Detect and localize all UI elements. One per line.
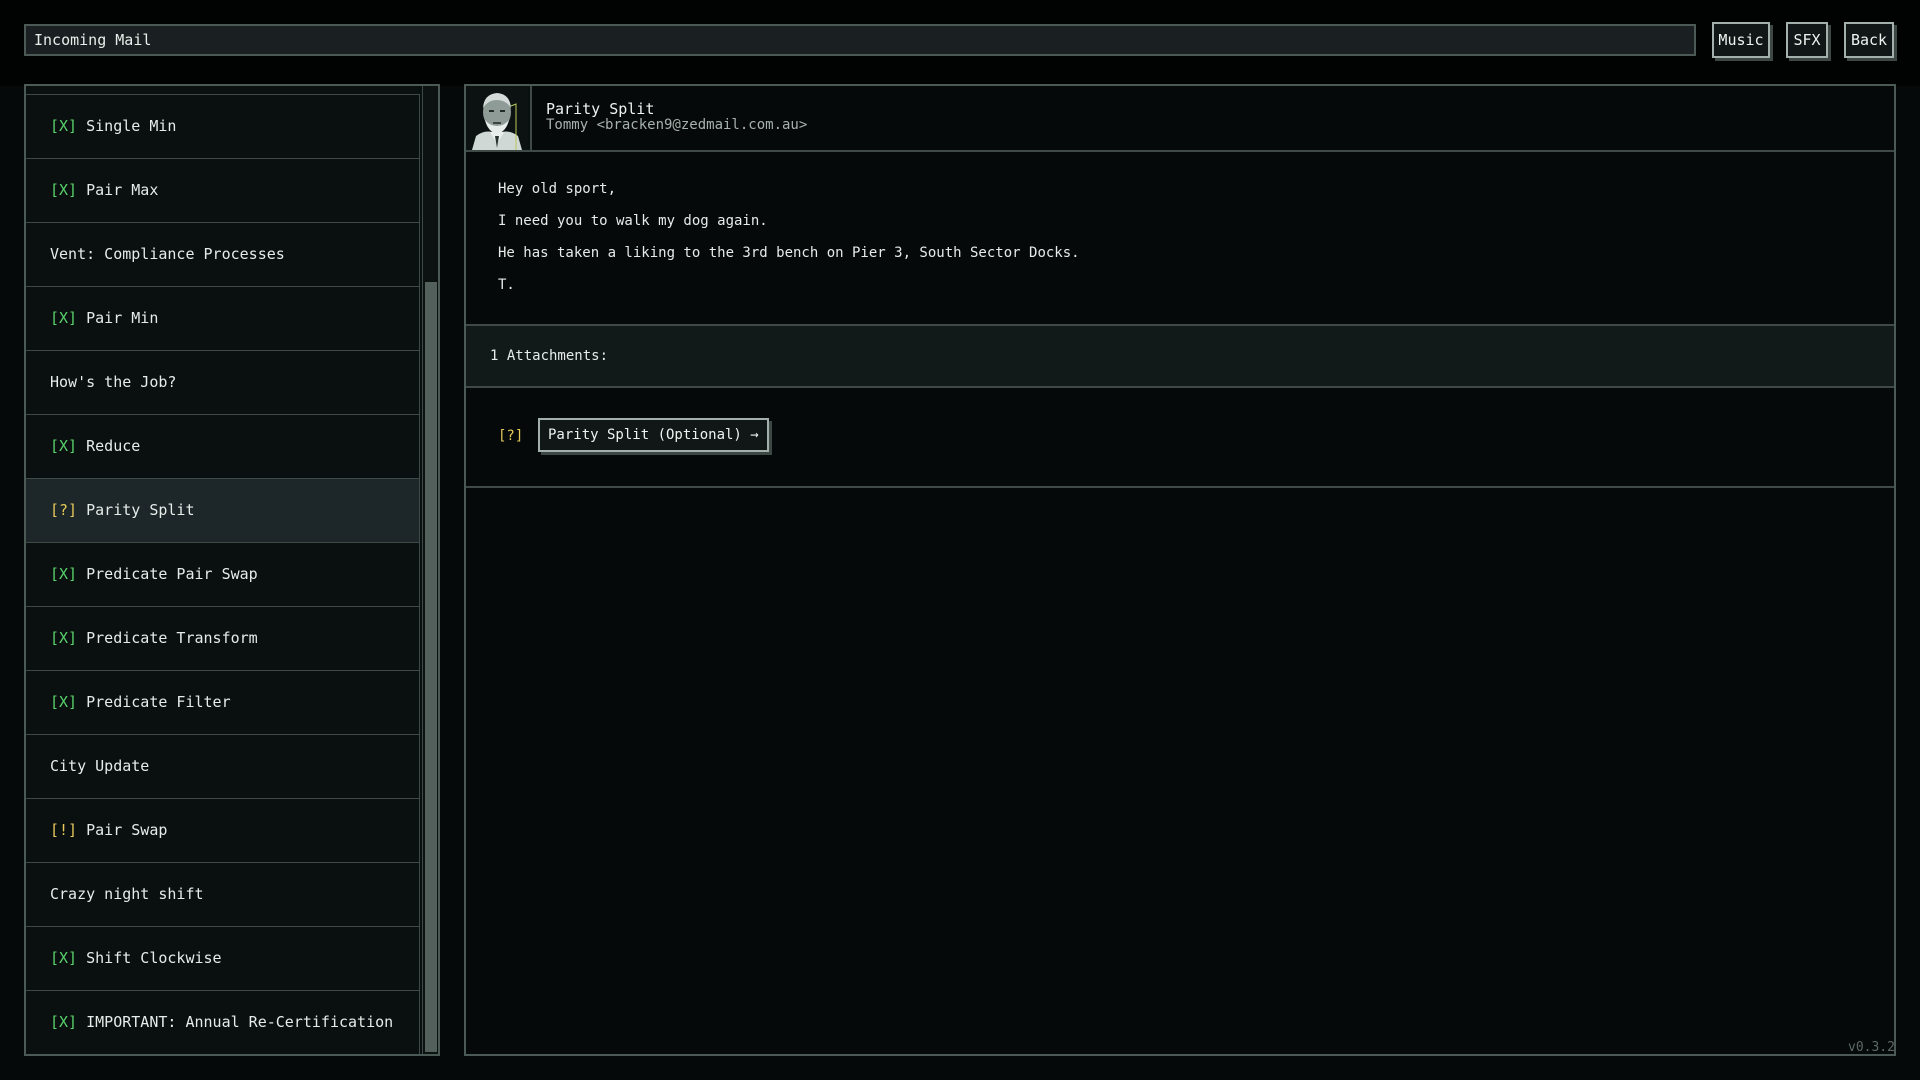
mail-item-label: Crazy night shift	[50, 885, 204, 903]
attachment-status-mark: [?]	[498, 428, 524, 444]
mail-list-item[interactable]: [?] Parity Split	[26, 479, 420, 543]
body-line: T.	[498, 277, 515, 293]
mail-status-mark: [X]	[50, 629, 78, 647]
mail-list-item[interactable]: [!] Pair Swap	[26, 799, 420, 863]
mail-status-mark: [X]	[50, 1013, 78, 1031]
mail-list: [X] Single Min [X] Pair Max Vent: Complian…	[26, 94, 420, 1054]
body-line: Hey old sport,	[498, 181, 617, 197]
music-button[interactable]: Music	[1712, 22, 1770, 58]
open-attachment-button[interactable]: Parity Split (Optional) →	[538, 418, 769, 452]
mail-status-mark: [?]	[50, 501, 78, 519]
mail-item-label: Vent: Compliance Processes	[50, 245, 285, 263]
mail-item-label: Predicate Transform	[86, 629, 258, 647]
message-body: Hey old sport, I need you to walk my dog…	[498, 180, 1080, 308]
message-sender: Tommy <bracken9@zedmail.com.au>	[546, 117, 808, 133]
mail-item-label: Shift Clockwise	[86, 949, 222, 967]
mail-status-mark: [X]	[50, 693, 78, 711]
mail-list-item[interactable]: [X] Predicate Pair Swap	[26, 543, 420, 607]
mail-list-item[interactable]: Crazy night shift	[26, 863, 420, 927]
mail-list-item[interactable]: City Update	[26, 735, 420, 799]
message-header: Parity Split Tommy <bracken9@zedmail.com…	[466, 86, 1894, 152]
mail-status-mark: [!]	[50, 821, 78, 839]
window-title: Incoming Mail	[24, 24, 1696, 56]
mail-list-item[interactable]: [X] IMPORTANT: Annual Re-Certification	[26, 991, 420, 1054]
top-bar: Incoming Mail Music SFX Back	[0, 0, 1920, 86]
mail-list-item[interactable]: [X] Pair Max	[26, 159, 420, 223]
mail-list-scrollbar[interactable]	[422, 86, 438, 1054]
mail-status-mark: [X]	[50, 117, 78, 135]
mail-item-label: City Update	[50, 757, 150, 775]
message-reader: Parity Split Tommy <bracken9@zedmail.com…	[464, 84, 1896, 1056]
mail-status-mark: [X]	[50, 565, 78, 583]
mail-list-item[interactable]: [X] Predicate Transform	[26, 607, 420, 671]
back-button[interactable]: Back	[1844, 22, 1894, 58]
attachments-header: 1 Attachments:	[466, 324, 1894, 388]
mail-item-label: Reduce	[86, 437, 141, 455]
mail-status-mark: [X]	[50, 309, 78, 327]
mail-item-label: Predicate Pair Swap	[86, 565, 258, 583]
message-subject: Parity Split	[546, 100, 655, 118]
mail-list-item[interactable]: [X] Reduce	[26, 415, 420, 479]
mail-list-item[interactable]: [X] Single Min	[26, 95, 420, 159]
mail-item-label: How's the Job?	[50, 373, 177, 391]
mail-item-label: Parity Split	[86, 501, 195, 519]
mail-list-item[interactable]: [X] Shift Clockwise	[26, 927, 420, 991]
sfx-button[interactable]: SFX	[1786, 22, 1828, 58]
mail-item-label: Predicate Filter	[86, 693, 231, 711]
attachment-row: [?] Parity Split (Optional) →	[466, 388, 1894, 488]
mail-item-label: Pair Swap	[86, 821, 168, 839]
mail-status-mark: [X]	[50, 437, 78, 455]
mail-status-mark: [X]	[50, 949, 78, 967]
mail-item-label: Pair Max	[86, 181, 159, 199]
mail-list-item[interactable]: Vent: Compliance Processes	[26, 223, 420, 287]
mail-item-label: Pair Min	[86, 309, 159, 327]
version-label: v0.3.2	[1848, 1040, 1895, 1055]
scrollbar-thumb[interactable]	[425, 282, 437, 1052]
body-line: I need you to walk my dog again.	[498, 213, 768, 229]
mail-status-mark: [X]	[50, 181, 78, 199]
mail-list-panel: [X] Single Min [X] Pair Max Vent: Complian…	[24, 84, 440, 1056]
sender-avatar	[466, 86, 532, 150]
mail-list-item[interactable]: [X] Predicate Filter	[26, 671, 420, 735]
body-line: He has taken a liking to the 3rd bench o…	[498, 245, 1080, 261]
mail-item-label: IMPORTANT: Annual Re-Certification	[86, 1013, 394, 1031]
old-man-portrait-icon	[466, 86, 528, 150]
mail-list-item[interactable]: How's the Job?	[26, 351, 420, 415]
mail-list-item[interactable]: [X] Pair Min	[26, 287, 420, 351]
mail-item-label: Single Min	[86, 117, 177, 135]
